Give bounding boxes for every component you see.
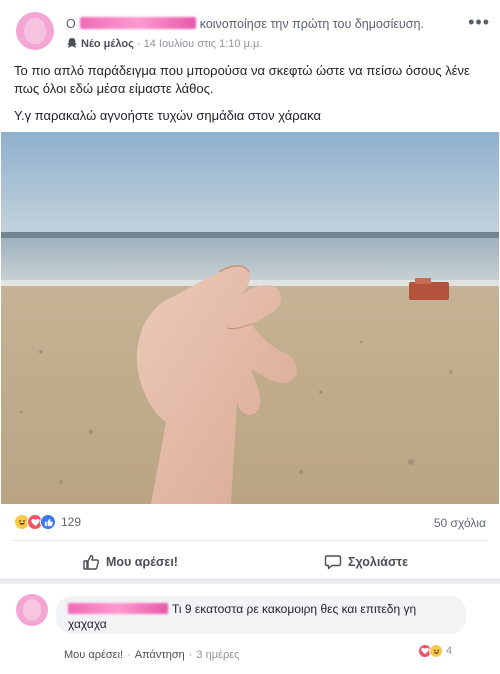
reaction-summary[interactable]: 129 — [14, 514, 81, 530]
post-text-postscript: Υ.γ παρακαλώ αγνοήστε τυχών σημάδια στον… — [14, 108, 321, 123]
post-body: Το πιο απλό παράδειγμα που μπορούσα να σ… — [14, 62, 486, 134]
post-card: Οκοινοποίησε την πρώτη του δημοσίευση. Ν… — [0, 0, 500, 580]
like-button[interactable]: Μου αρέσει! — [82, 548, 178, 576]
meta-separator: · — [188, 649, 193, 661]
action-divider — [12, 540, 488, 541]
comment-reactions[interactable]: 4 — [418, 644, 452, 658]
post-timestamp[interactable]: · 14 Ιουλίου στις 1:10 μ.μ. — [137, 38, 263, 50]
comment-button-label: Σχολιάστε — [348, 555, 409, 569]
comment-time[interactable]: 3 ημέρες — [196, 649, 239, 661]
new-member-icon — [67, 38, 77, 48]
new-member-badge: Νέο μέλος — [81, 38, 134, 50]
commenter-avatar[interactable] — [16, 594, 48, 626]
title-prefix: Ο — [66, 17, 76, 31]
more-options-icon[interactable]: ••• — [468, 12, 490, 33]
thumbs-up-icon — [83, 554, 100, 570]
post-photo[interactable] — [1, 132, 499, 504]
comment-like-link[interactable]: Μου αρέσει! — [64, 649, 123, 661]
comment-reply-link[interactable]: Απάντηση — [135, 649, 185, 661]
comments-count-link[interactable]: 50 σχόλια — [434, 516, 486, 530]
comment-meta: Μου αρέσει! · Απάντηση · 3 ημέρες — [64, 649, 239, 661]
comment-reaction-count: 4 — [446, 645, 453, 657]
haha-reaction-icon — [429, 644, 443, 658]
page: Οκοινοποίησε την πρώτη του δημοσίευση. Ν… — [0, 0, 500, 674]
like-reaction-icon — [40, 514, 56, 530]
redacted-commenter-name[interactable] — [68, 603, 168, 614]
post-title-line: Οκοινοποίησε την πρώτη του δημοσίευση. — [66, 17, 424, 31]
comment-button[interactable]: Σχολιάστε — [324, 548, 408, 576]
post-meta-line: Νέο μέλος · 14 Ιουλίου στις 1:10 μ.μ. — [66, 37, 262, 50]
comment-bubble: Τι 9 εκατοστα ρε κακομοιρη θες και επιτε… — [56, 596, 466, 634]
title-action: κοινοποίησε την πρώτη του δημοσίευση. — [199, 17, 424, 31]
reaction-count: 129 — [61, 515, 82, 529]
post-header: Οκοινοποίησε την πρώτη του δημοσίευση. Ν… — [10, 8, 490, 56]
comment-bubble-icon — [324, 555, 342, 570]
post-text-paragraph: Το πιο απλό παράδειγμα που μπορούσα να σ… — [14, 63, 470, 96]
like-button-label: Μου αρέσει! — [106, 555, 178, 569]
meta-separator: · — [127, 649, 131, 661]
redacted-author-name[interactable] — [79, 17, 196, 29]
author-avatar[interactable] — [16, 12, 54, 50]
